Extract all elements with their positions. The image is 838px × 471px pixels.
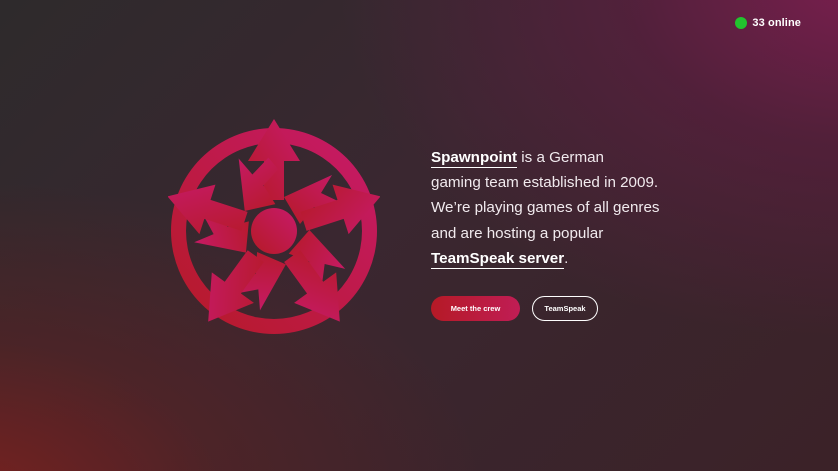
- intro-line-5-suffix: .: [564, 249, 569, 267]
- spawnpoint-logo-icon: [168, 119, 380, 344]
- meet-the-crew-button[interactable]: Meet the crew: [431, 296, 520, 321]
- intro-line-2: gaming team established in 2009.: [431, 174, 659, 192]
- intro-line-3: We’re playing games of all genres: [431, 199, 660, 217]
- teamspeak-button[interactable]: TeamSpeak: [532, 296, 598, 321]
- online-status: 33 online: [735, 17, 801, 29]
- intro-line-4: and are hosting a popular: [431, 224, 604, 242]
- spawnpoint-link[interactable]: Spawnpoint: [431, 149, 518, 168]
- intro-line-1-rest: is a German: [517, 149, 604, 166]
- intro-line-1: Spawnpoint is a German: [431, 145, 721, 170]
- intro-text: Spawnpoint is a German gaming team estab…: [431, 145, 721, 271]
- online-count: 33 online: [752, 17, 801, 29]
- teamspeak-server-link[interactable]: TeamSpeak server: [431, 249, 565, 269]
- online-indicator-icon: [735, 17, 748, 29]
- intro-line-5: TeamSpeak server.: [431, 246, 721, 271]
